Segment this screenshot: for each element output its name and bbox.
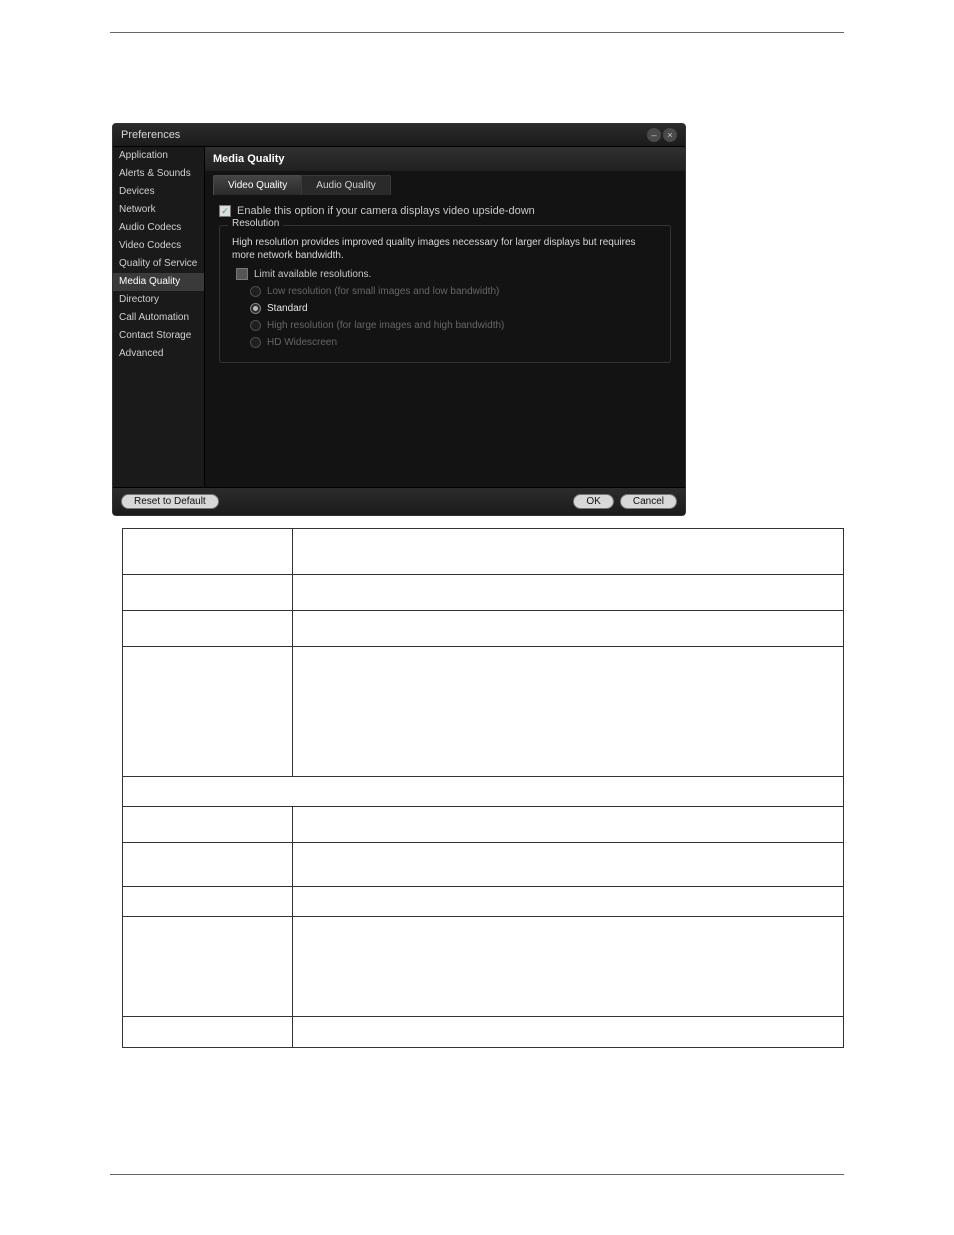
radio-high[interactable] [250, 320, 261, 331]
sidebar-item-devices[interactable]: Devices [113, 183, 204, 201]
resolution-group: Resolution High resolution provides impr… [219, 225, 671, 363]
radio-hd-label: HD Widescreen [267, 337, 337, 348]
close-icon[interactable]: × [663, 128, 677, 142]
panel-title: Media Quality [205, 147, 685, 171]
limit-label: Limit available resolutions. [254, 269, 371, 280]
flip-checkbox[interactable]: ✓ [219, 205, 231, 217]
radio-standard-label: Standard [267, 303, 308, 314]
sidebar-item-network[interactable]: Network [113, 201, 204, 219]
preferences-content: Media Quality Video Quality Audio Qualit… [205, 147, 685, 487]
window-titlebar: Preferences – × [113, 124, 685, 147]
tab-video-quality[interactable]: Video Quality [213, 175, 302, 195]
radio-standard[interactable] [250, 303, 261, 314]
minimize-icon[interactable]: – [647, 128, 661, 142]
sidebar-item-alerts-sounds[interactable]: Alerts & Sounds [113, 165, 204, 183]
dialog-footer: Reset to Default OK Cancel [113, 487, 685, 515]
resolution-legend: Resolution [228, 218, 283, 229]
sidebar-item-video-codecs[interactable]: Video Codecs [113, 237, 204, 255]
cancel-button[interactable]: Cancel [620, 494, 677, 509]
radio-high-label: High resolution (for large images and hi… [267, 320, 504, 331]
tabs: Video Quality Audio Quality [205, 171, 685, 195]
tab-audio-quality[interactable]: Audio Quality [301, 175, 390, 195]
sidebar-item-application[interactable]: Application [113, 147, 204, 165]
flip-label: Enable this option if your camera displa… [237, 205, 535, 217]
preferences-sidebar: Application Alerts & Sounds Devices Netw… [113, 147, 205, 487]
sidebar-item-directory[interactable]: Directory [113, 291, 204, 309]
sidebar-item-call-automation[interactable]: Call Automation [113, 309, 204, 327]
radio-low[interactable] [250, 286, 261, 297]
radio-low-label: Low resolution (for small images and low… [267, 286, 499, 297]
ok-button[interactable]: OK [573, 494, 613, 509]
radio-hd[interactable] [250, 337, 261, 348]
preferences-window: Preferences – × Application Alerts & Sou… [112, 123, 686, 516]
sidebar-item-advanced[interactable]: Advanced [113, 345, 204, 363]
close-glyph: × [667, 130, 672, 140]
minimize-glyph: – [651, 130, 656, 140]
reset-button[interactable]: Reset to Default [121, 494, 219, 509]
resolution-description: High resolution provides improved qualit… [232, 236, 658, 262]
sidebar-item-qos[interactable]: Quality of Service [113, 255, 204, 273]
limit-checkbox[interactable]: ✓ [236, 268, 248, 280]
doc-table [122, 528, 844, 1048]
sidebar-item-audio-codecs[interactable]: Audio Codecs [113, 219, 204, 237]
window-title: Preferences [121, 129, 647, 141]
sidebar-item-contact-storage[interactable]: Contact Storage [113, 327, 204, 345]
sidebar-item-media-quality[interactable]: Media Quality [113, 273, 204, 291]
